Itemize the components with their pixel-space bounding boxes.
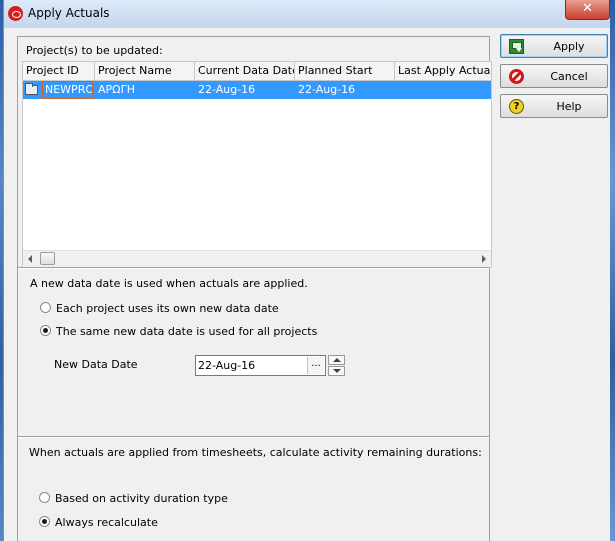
divider [18,267,489,269]
oracle-logo-icon [8,6,23,21]
cell-project-id[interactable]: NEWPROJ [42,81,93,99]
apply-actuals-dialog: Apply Actuals ✕ Project(s) to be updated… [3,0,610,541]
scroll-left-icon[interactable] [28,255,32,263]
date-spinner[interactable] [328,355,345,376]
column-header-project-id[interactable]: Project ID [23,62,95,80]
column-header-project-name[interactable]: Project Name [95,62,195,80]
divider [18,436,489,438]
grid-header: Project ID Project Name Current Data Dat… [23,62,491,81]
radio-always-recalculate-label[interactable]: Always recalculate [55,516,158,529]
scroll-right-icon[interactable] [482,255,486,263]
column-header-planned-start[interactable]: Planned Start [295,62,395,80]
cell-planned-start[interactable]: 22-Aug-16 [295,81,395,99]
spin-down-icon[interactable] [328,366,345,376]
projects-grid: Project ID Project Name Current Data Dat… [22,61,492,268]
new-data-date-value: 22-Aug-16 [198,359,256,372]
new-data-date-field[interactable]: 22-Aug-16 ... [195,355,326,376]
radio-same-date-label[interactable]: The same new data date is used for all p… [56,325,317,338]
apply-button[interactable]: Apply [500,34,608,58]
apply-icon [509,39,524,54]
radio-each-project[interactable] [40,302,51,313]
new-data-date-label: New Data Date [54,358,138,371]
spin-up-icon[interactable] [328,355,345,365]
table-row[interactable]: NEWPROJ ΑΡΩΓΗ 22-Aug-16 22-Aug-16 [23,81,491,99]
radio-duration-type-label[interactable]: Based on activity duration type [55,492,228,505]
radio-duration-type[interactable] [39,492,50,503]
radio-same-date[interactable] [40,325,51,336]
data-date-intro: A new data date is used when actuals are… [30,277,308,290]
window-title: Apply Actuals [28,6,110,20]
cell-current-data-date[interactable]: 22-Aug-16 [195,81,295,99]
cell-project-name[interactable]: ΑΡΩΓΗ [95,81,195,99]
title-bar[interactable]: Apply Actuals ✕ [4,0,610,28]
cell-last-apply-actuals[interactable] [395,81,491,99]
help-button-label: Help [556,100,582,113]
column-header-current-data-date[interactable]: Current Data Date [195,62,295,80]
cancel-button[interactable]: Cancel [500,64,608,88]
apply-button-label: Apply [553,40,585,53]
date-picker-button[interactable]: ... [307,357,324,374]
folder-icon [25,83,38,95]
horizontal-scrollbar[interactable] [23,250,491,267]
projects-caption: Project(s) to be updated: [26,44,163,57]
radio-always-recalculate[interactable] [39,516,50,527]
radio-each-project-label[interactable]: Each project uses its own new data date [56,302,279,315]
cancel-button-label: Cancel [550,70,588,83]
dialog-content: Project(s) to be updated: Project ID Pro… [17,36,492,541]
scrollbar-thumb[interactable] [40,252,55,265]
help-button[interactable]: ? Help [500,94,608,118]
cancel-icon [509,69,524,84]
close-button[interactable]: ✕ [565,0,610,20]
help-icon: ? [509,99,524,114]
durations-intro: When actuals are applied from timesheets… [29,446,482,459]
column-header-last-apply-actuals[interactable]: Last Apply Actuals [395,62,491,80]
